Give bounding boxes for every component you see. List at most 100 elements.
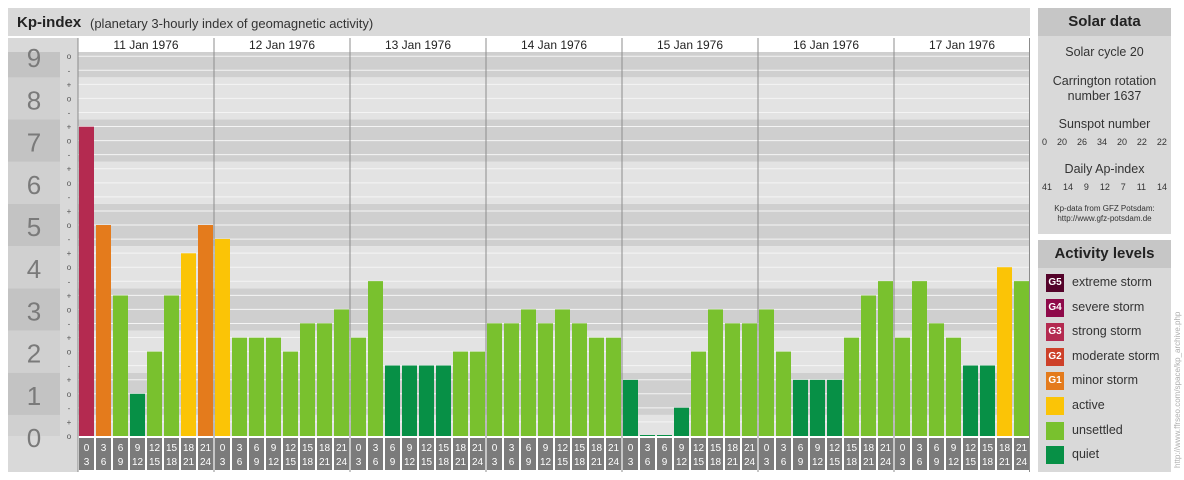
kp-bar xyxy=(113,295,128,436)
y-minor-mark: o xyxy=(67,52,72,61)
y-minor-mark: + xyxy=(67,376,72,385)
ap-label: Daily Ap-index xyxy=(1064,162,1145,176)
interval-label-start: 0 xyxy=(220,443,226,454)
interval-label-end: 9 xyxy=(798,457,804,468)
legend-swatch: G3 xyxy=(1046,323,1064,342)
kp-bar xyxy=(640,435,655,436)
interval-label-end: 24 xyxy=(200,457,212,468)
ap-value: 41 xyxy=(1042,182,1053,192)
kp-bar xyxy=(946,337,961,436)
kp-bar xyxy=(997,267,1012,436)
interval-label-start: 6 xyxy=(662,443,668,454)
y-minor-mark: + xyxy=(67,291,72,300)
interval-label-start: 21 xyxy=(1016,443,1028,454)
legend-swatch xyxy=(1046,397,1064,415)
y-minor-mark: - xyxy=(68,404,71,413)
y-minor-mark: - xyxy=(68,66,71,75)
source-link[interactable]: http://www.gfz-potsdam.de xyxy=(1038,214,1171,224)
interval-label-end: 6 xyxy=(781,457,787,468)
interval-label-end: 3 xyxy=(492,457,498,468)
kp-bar xyxy=(368,281,383,436)
legend-item-active: active xyxy=(1046,396,1171,416)
interval-label-start: 12 xyxy=(285,443,297,454)
carrington-line2: number 1637 xyxy=(1067,89,1142,103)
kp-bar xyxy=(623,379,638,436)
ap-value: 14 xyxy=(1156,182,1167,192)
y-tick-label: 1 xyxy=(27,381,41,411)
interval-label-end: 24 xyxy=(744,457,756,468)
legend-item-strong-storm: G3 strong storm xyxy=(1046,322,1171,342)
legend-item-minor-storm: G1 minor storm xyxy=(1046,371,1171,391)
legend-label: active xyxy=(1072,398,1105,412)
kp-bar xyxy=(1014,281,1029,436)
interval-label-end: 21 xyxy=(319,457,331,468)
interval-label-end: 18 xyxy=(710,457,722,468)
y-tick-label: 0 xyxy=(27,423,41,453)
interval-label-start: 0 xyxy=(628,443,634,454)
y-minor-mark: + xyxy=(67,165,72,174)
interval-label-start: 18 xyxy=(727,443,739,454)
interval-label-start: 18 xyxy=(863,443,875,454)
interval-label-start: 6 xyxy=(390,443,396,454)
chart-title: Kp-index xyxy=(17,14,82,31)
kp-bar xyxy=(572,323,587,436)
interval-label-start: 12 xyxy=(557,443,569,454)
kp-bar xyxy=(181,253,196,436)
legend-swatch: G4 xyxy=(1046,298,1064,317)
y-tick-label: 7 xyxy=(27,128,41,158)
interval-label-start: 0 xyxy=(900,443,906,454)
legend-item-severe-storm: G4 severe storm xyxy=(1046,298,1171,318)
interval-label-start: 15 xyxy=(574,443,586,454)
sunspot-value: 20 xyxy=(1116,137,1127,147)
interval-label-end: 9 xyxy=(254,457,260,468)
interval-label-end: 15 xyxy=(421,457,433,468)
interval-label-start: 9 xyxy=(815,443,821,454)
interval-label-start: 15 xyxy=(438,443,450,454)
y-minor-mark: o xyxy=(67,348,72,357)
legend-label: quiet xyxy=(1072,447,1100,462)
interval-label-end: 21 xyxy=(183,457,195,468)
y-minor-mark: - xyxy=(68,235,71,244)
interval-label-end: 6 xyxy=(917,457,923,468)
ap-value: 11 xyxy=(1136,182,1147,192)
interval-label-end: 21 xyxy=(455,457,467,468)
interval-label-start: 9 xyxy=(407,443,413,454)
interval-label-start: 6 xyxy=(526,443,532,454)
y-tick-label: 6 xyxy=(27,170,41,200)
interval-label-end: 18 xyxy=(302,457,314,468)
interval-label-start: 0 xyxy=(764,443,770,454)
interval-label-start: 15 xyxy=(166,443,178,454)
interval-label-start: 15 xyxy=(846,443,858,454)
activity-levels-header: Activity levels xyxy=(1038,240,1171,268)
interval-label-end: 24 xyxy=(1016,457,1028,468)
interval-label-end: 3 xyxy=(356,457,362,468)
interval-label-end: 24 xyxy=(880,457,892,468)
legend-label: moderate storm xyxy=(1072,348,1160,363)
interval-label-end: 15 xyxy=(829,457,841,468)
sunspot-values: 0 20 26 34 20 22 22 xyxy=(1042,137,1167,147)
interval-label-end: 9 xyxy=(118,457,124,468)
kp-bar xyxy=(147,351,162,436)
ap-value: 14 xyxy=(1062,182,1073,192)
kp-bar xyxy=(691,351,706,436)
interval-label-end: 6 xyxy=(237,457,243,468)
kp-bar xyxy=(861,295,876,436)
activity-levels-panel: Activity levels G5 extreme storm G4 severe … xyxy=(1038,240,1171,472)
interval-label-end: 9 xyxy=(526,457,532,468)
solar-cycle: Solar cycle 20 xyxy=(1065,45,1144,59)
interval-label-start: 12 xyxy=(693,443,705,454)
y-minor-mark: o xyxy=(67,390,72,399)
interval-label-start: 0 xyxy=(492,443,498,454)
interval-label-start: 15 xyxy=(710,443,722,454)
kp-bar xyxy=(980,365,995,436)
interval-label-start: 3 xyxy=(781,443,787,454)
interval-label-end: 3 xyxy=(900,457,906,468)
kp-bar xyxy=(436,365,451,436)
y-minor-mark: o xyxy=(67,432,72,441)
kp-bar xyxy=(96,225,111,436)
interval-label-end: 6 xyxy=(509,457,515,468)
interval-label-end: 9 xyxy=(662,457,668,468)
kp-bar xyxy=(657,435,672,436)
interval-label-end: 15 xyxy=(693,457,705,468)
kp-bar xyxy=(963,365,978,436)
